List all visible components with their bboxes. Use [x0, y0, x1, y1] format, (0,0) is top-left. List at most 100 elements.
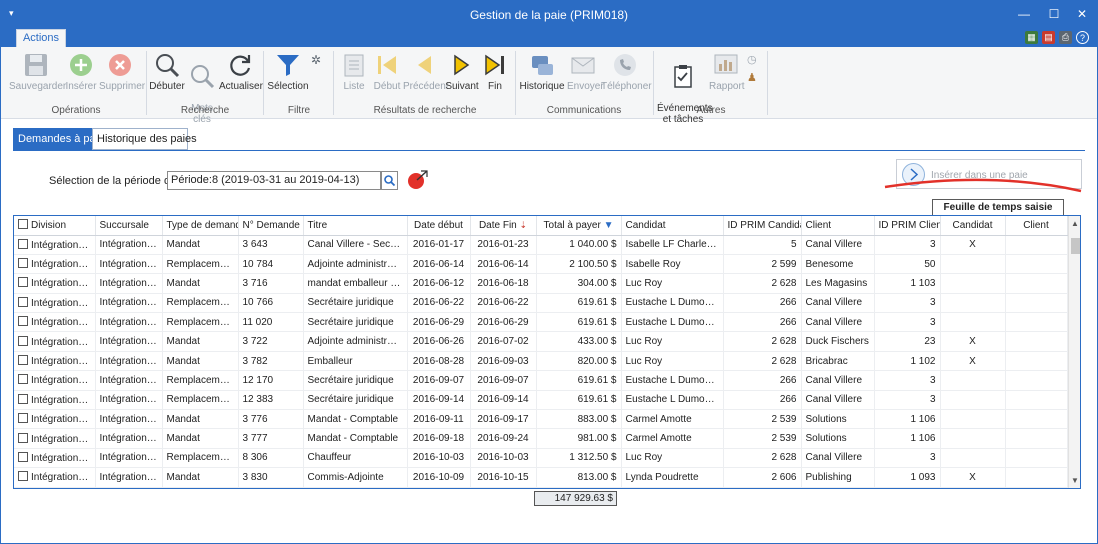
- column-header-titre[interactable]: Titre: [303, 216, 408, 236]
- minimize-button[interactable]: —: [1011, 5, 1037, 23]
- row-checkbox[interactable]: [18, 277, 28, 288]
- debuter-button[interactable]: Débuter: [149, 51, 185, 92]
- cell-feuille-client: [1005, 428, 1068, 449]
- row-checkbox[interactable]: [18, 471, 28, 482]
- user-icon[interactable]: ♟: [747, 71, 757, 84]
- table-row[interactable]: Intégration Inc. Intégration Inc. Remplace…: [14, 254, 1068, 275]
- column-header-date-debut[interactable]: Date début: [407, 216, 471, 236]
- cell-feuille-client: [1005, 312, 1068, 333]
- table-row[interactable]: Intégration Inc. Intégration Inc. Mandat 3 …: [14, 351, 1068, 372]
- row-checkbox[interactable]: [18, 393, 28, 404]
- cell-text: Intégration Inc.: [31, 297, 95, 309]
- table-row[interactable]: Intégration Inc. Intégration Inc. Mandat 3 …: [14, 409, 1068, 430]
- column-header-total-a-payer[interactable]: Total à payer ▼: [536, 216, 622, 236]
- column-header-client[interactable]: Client: [801, 216, 875, 236]
- sauvegarder-button[interactable]: Sauvegarder: [9, 51, 66, 92]
- period-field[interactable]: Période:8 (2019-03-31 au 2019-04-13): [167, 171, 381, 190]
- scroll-down-icon[interactable]: ▼: [1071, 476, 1079, 485]
- clock-icon[interactable]: ◷: [747, 53, 757, 66]
- column-header-type-demande[interactable]: Type de demande: [162, 216, 239, 236]
- maximize-button[interactable]: ☐: [1041, 5, 1067, 23]
- row-checkbox[interactable]: [18, 451, 28, 462]
- cell-titre: Secrétaire juridique: [303, 293, 408, 314]
- envoyer-label: Envoyer: [567, 81, 604, 92]
- table-row[interactable]: Intégration Inc. Intégration Inc. Remplace…: [14, 312, 1068, 333]
- row-checkbox[interactable]: [18, 335, 28, 346]
- column-header-candidat[interactable]: Candidat: [621, 216, 724, 236]
- help-icon[interactable]: ?: [1076, 31, 1089, 44]
- scroll-up-icon[interactable]: ▲: [1071, 219, 1079, 228]
- telephoner-button[interactable]: Téléphoner: [601, 51, 652, 92]
- inserer-dans-une-paie-button[interactable]: Insérer dans une paie: [896, 159, 1082, 189]
- cell-feuille-candidat: [940, 254, 1006, 275]
- column-header-feuille-candidat[interactable]: Candidat: [940, 216, 1006, 236]
- debut-button[interactable]: Début: [371, 51, 403, 92]
- column-filter-icon[interactable]: ▼: [604, 220, 614, 231]
- supprimer-button[interactable]: Supprimer: [99, 51, 145, 92]
- column-header-numero-demande[interactable]: N° Demande: [238, 216, 304, 236]
- cell-titre: Secrétaire juridique: [303, 312, 408, 333]
- inserer-button[interactable]: Insérer: [65, 51, 97, 92]
- column-header-id-prim-candidat[interactable]: ID PRIM Candidat: [723, 216, 802, 236]
- table-row[interactable]: Intégration Inc. Intégration Inc. Mandat 3 …: [14, 428, 1068, 449]
- table-row[interactable]: Intégration Inc. Intégration Inc. Mandat 3 …: [14, 273, 1068, 294]
- filter-icon: [273, 51, 303, 79]
- envoyer-button[interactable]: Envoyer: [567, 51, 604, 92]
- table-row[interactable]: Intégration Inc. Intégration Inc. Remplace…: [14, 390, 1068, 411]
- calendar-icon[interactable]: ▤: [1042, 31, 1055, 44]
- payment-requests-grid: Division Succursale Type de demande N° D…: [13, 215, 1081, 489]
- cell-id-prim-client: 1 102: [874, 351, 941, 372]
- historique-button[interactable]: Historique: [519, 51, 565, 92]
- scroll-thumb[interactable]: [1071, 238, 1080, 254]
- suivant-button[interactable]: Suivant: [445, 51, 479, 92]
- gear-icon[interactable]: ✲: [311, 53, 321, 67]
- cell-candidat: Eustache L Dumoulin: [621, 312, 724, 333]
- print-icon[interactable]: ⎙: [1059, 31, 1072, 44]
- column-header-division[interactable]: Division: [14, 216, 96, 236]
- rapport-button[interactable]: Rapport: [709, 51, 745, 92]
- row-checkbox[interactable]: [18, 258, 28, 269]
- row-checkbox[interactable]: [18, 355, 28, 366]
- row-checkbox[interactable]: [18, 374, 28, 385]
- cell-type-demande: Mandat: [162, 235, 239, 255]
- grid-header-row: Division Succursale Type de demande N° D…: [14, 216, 1068, 236]
- column-header-id-prim-client[interactable]: ID PRIM Client: [874, 216, 941, 236]
- table-row[interactable]: Intégration Inc. Intégration Inc. Remplace…: [14, 370, 1068, 391]
- close-button[interactable]: ✕: [1069, 5, 1095, 23]
- tab-demandes-a-payer[interactable]: Demandes à payer: [13, 128, 111, 150]
- group-label-autres: Autres: [696, 105, 726, 116]
- cell-date-debut: 2016-09-14: [407, 390, 471, 411]
- table-row[interactable]: Intégration Inc. Intégration Inc. Mandat 3 …: [14, 331, 1068, 352]
- cell-client: Les Magasins: [801, 273, 875, 294]
- liste-button[interactable]: Liste: [339, 51, 369, 92]
- column-header-succursale[interactable]: Succursale: [95, 216, 163, 236]
- row-checkbox[interactable]: [18, 238, 28, 249]
- row-checkbox[interactable]: [18, 296, 28, 307]
- vertical-scrollbar[interactable]: ▲ ▼: [1068, 216, 1080, 488]
- precedent-button[interactable]: Précédent: [403, 51, 449, 92]
- table-row[interactable]: Intégration Inc. Intégration Inc. Remplace…: [14, 448, 1068, 469]
- column-header-date-fin[interactable]: Date Fin ⇣: [470, 216, 537, 236]
- calculator-icon[interactable]: ▦: [1025, 31, 1038, 44]
- row-checkbox[interactable]: [18, 316, 28, 327]
- cell-numero-demande: 12 383: [238, 390, 304, 411]
- selection-button[interactable]: Sélection: [267, 51, 309, 92]
- row-checkbox[interactable]: [18, 432, 28, 443]
- cell-date-fin: 2016-06-22: [470, 293, 537, 314]
- actualiser-button[interactable]: Actualiser: [219, 51, 263, 92]
- cell-type-demande: Remplacement: [162, 448, 239, 469]
- table-row[interactable]: Intégration Inc. Intégration Inc. Mandat 3 …: [14, 235, 1068, 255]
- cell-id-prim-candidat: 2 599: [723, 254, 802, 275]
- cell-text: Intégration Inc.: [31, 317, 95, 329]
- red-pointer-icon: [407, 168, 429, 190]
- column-header-feuille-client[interactable]: Client: [1005, 216, 1068, 236]
- select-all-checkbox[interactable]: [18, 219, 28, 230]
- fin-button[interactable]: Fin: [479, 51, 511, 92]
- period-lookup-button[interactable]: [381, 171, 398, 190]
- cell-feuille-client: [1005, 235, 1068, 255]
- table-row[interactable]: Intégration Inc. Intégration Inc. Remplace…: [14, 293, 1068, 314]
- table-row[interactable]: Intégration Inc. Intégration Inc. Mandat 3 …: [14, 467, 1068, 488]
- tab-historique-des-paies[interactable]: Historique des paies: [92, 128, 197, 150]
- tab-actions[interactable]: Actions: [16, 29, 66, 47]
- row-checkbox[interactable]: [18, 413, 28, 424]
